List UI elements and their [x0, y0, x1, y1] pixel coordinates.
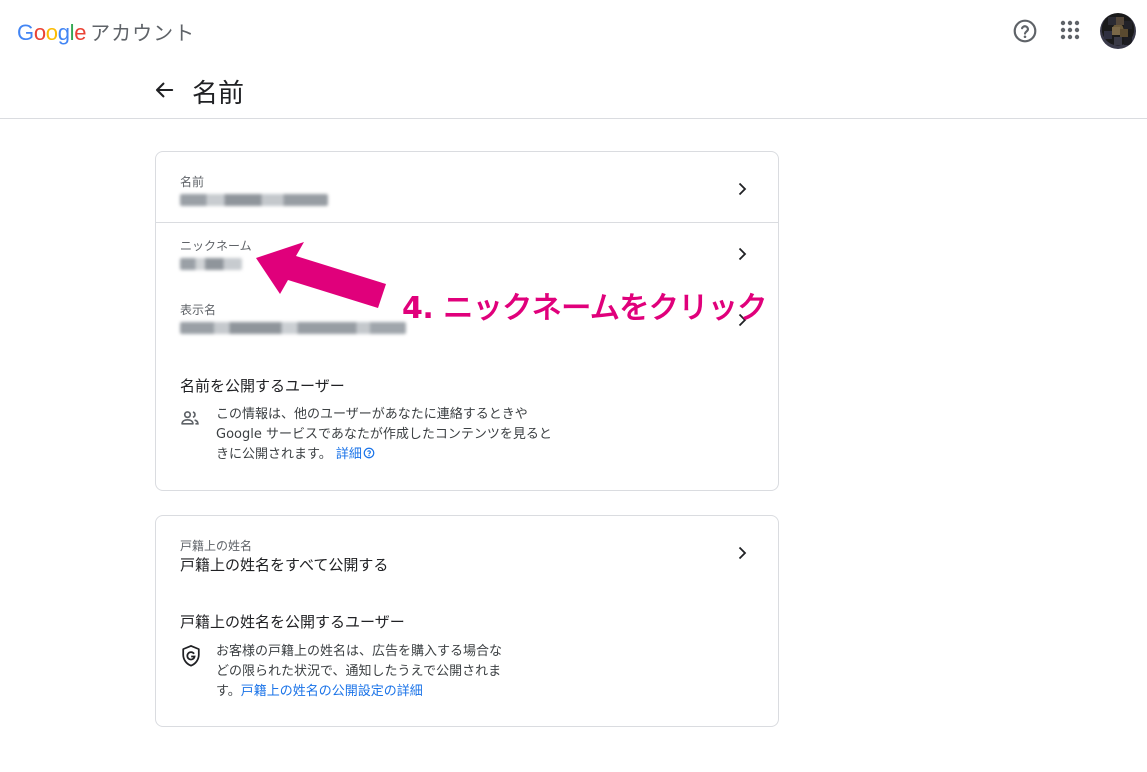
legal-name-label: 戸籍上の姓名	[180, 539, 253, 553]
annotation-arrow	[256, 242, 386, 308]
account-avatar[interactable]	[1100, 13, 1136, 49]
legal-name-row[interactable]: 戸籍上の姓名 戸籍上の姓名をすべて公開する	[156, 516, 778, 588]
name-visibility-title: 名前を公開するユーザー	[180, 377, 345, 395]
logo-letter: G	[17, 20, 34, 45]
details-link-label: 詳細	[335, 447, 362, 462]
google-shield-icon	[182, 645, 200, 667]
apps-grid-icon[interactable]	[1058, 18, 1082, 42]
info-line: きに公開されます。	[216, 447, 332, 462]
info-line: す。	[216, 684, 241, 699]
name-label: 名前	[180, 175, 205, 189]
display-name-label: 表示名	[180, 303, 217, 317]
legal-name-visibility-title: 戸籍上の姓名を公開するユーザー	[180, 613, 405, 631]
logo-letter: g	[57, 20, 70, 45]
people-icon	[181, 411, 199, 425]
logo-letter: o	[45, 20, 58, 45]
info-line: どの限られた状況で、通知したうえで公開されま	[216, 664, 502, 679]
page-header: 名前	[0, 62, 1147, 119]
chevron-right-icon	[738, 546, 747, 560]
legal-name-settings-link[interactable]: 戸籍上の姓名の公開設定の詳細	[241, 684, 423, 699]
nickname-label: ニックネーム	[180, 239, 252, 253]
nickname-value-redacted	[180, 258, 242, 270]
legal-name-card: 戸籍上の姓名 戸籍上の姓名をすべて公開する 戸籍上の姓名を公開するユーザー お客…	[155, 515, 779, 727]
info-line: この情報は、他のユーザーがあなたに連絡するときや	[216, 407, 528, 422]
annotation-text: 4. ニックネームをクリック	[402, 291, 767, 326]
logo-letter: o	[33, 20, 46, 45]
help-icon[interactable]	[1012, 18, 1038, 44]
details-link[interactable]: 詳細	[336, 447, 375, 462]
google-account-logo[interactable]: Google アカウント	[17, 17, 195, 46]
google-logo: Google	[17, 20, 86, 46]
name-value-redacted	[180, 194, 328, 206]
info-line: お客様の戸籍上の姓名は、広告を購入する場合な	[216, 644, 503, 659]
chevron-right-icon	[738, 182, 747, 196]
back-arrow-icon[interactable]	[150, 76, 178, 104]
logo-letter: e	[74, 20, 87, 45]
legal-name-visibility-info: お客様の戸籍上の姓名は、広告を購入する場合な どの限られた状況で、通知したうえで…	[216, 642, 502, 702]
chevron-right-icon	[738, 247, 747, 261]
name-visibility-info: この情報は、他のユーザーがあなたに連絡するときや Google サービスであなた…	[216, 405, 552, 465]
help-circle-icon	[363, 447, 375, 459]
page-title: 名前	[192, 79, 245, 109]
name-row[interactable]: 名前	[156, 152, 778, 222]
top-bar: Google アカウント	[0, 0, 1147, 62]
product-name: アカウント	[90, 21, 196, 45]
display-name-value-redacted	[180, 322, 406, 334]
legal-name-value: 戸籍上の姓名をすべて公開する	[180, 556, 389, 574]
info-line: Google サービスであなたが作成したコンテンツを見ると	[216, 427, 552, 442]
